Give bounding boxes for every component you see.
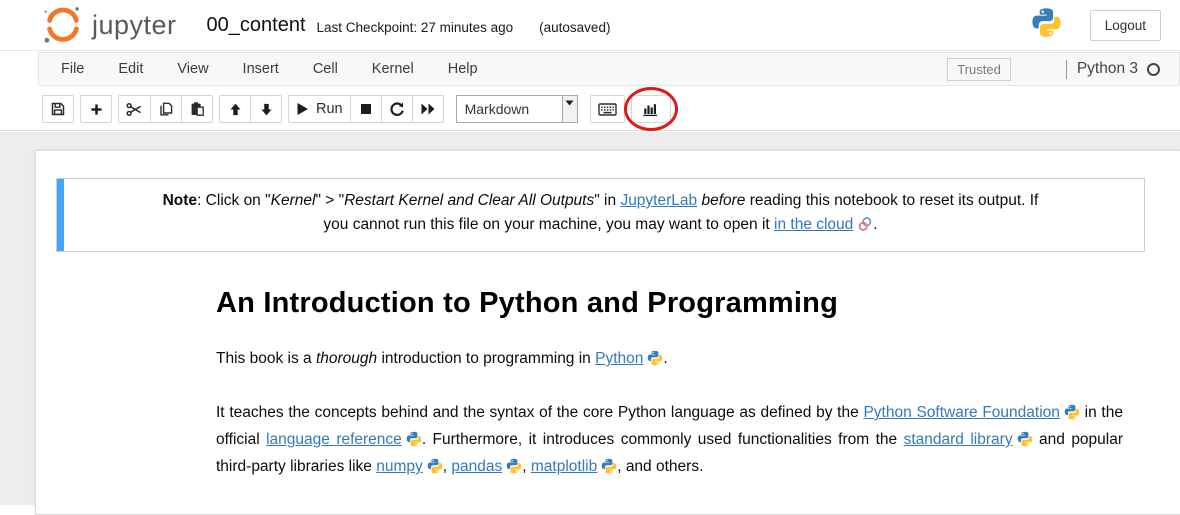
jupyter-logo-icon (40, 4, 86, 46)
cell-type-value: Markdown (457, 96, 562, 122)
text-link[interactable]: matplotlib (531, 458, 617, 475)
command-palette-button[interactable] (590, 95, 625, 123)
menu-bar: File Edit View Insert Cell Kernel Help T… (38, 52, 1180, 86)
python-icon (1017, 431, 1033, 455)
chevron-down-icon (562, 96, 577, 122)
restart-kernel-button[interactable] (381, 95, 413, 123)
python-icon (406, 431, 422, 455)
menu-cell[interactable]: Cell (296, 61, 355, 77)
python-icon (1064, 404, 1080, 428)
copy-icon (158, 101, 174, 117)
plus-icon (89, 102, 104, 117)
save-button[interactable] (42, 95, 74, 123)
text-segment: " in (594, 192, 620, 209)
text-link[interactable]: numpy (376, 458, 443, 475)
toolbar: Run Markdown (0, 87, 1180, 131)
python-icon (601, 458, 617, 482)
text-segment: before (701, 192, 745, 209)
cut-cells-button[interactable] (118, 95, 151, 123)
cut-icon (126, 102, 143, 117)
keyboard-icon (598, 102, 617, 117)
divider (1066, 60, 1067, 79)
chart-extension-button[interactable] (631, 95, 671, 123)
interrupt-kernel-button[interactable] (350, 95, 382, 123)
note-callout: Note: Click on "Kernel" > "Restart Kerne… (56, 178, 1145, 252)
text-link[interactable]: JupyterLab (620, 192, 697, 209)
arrow-up-icon (228, 102, 243, 117)
text-segment: thorough (316, 350, 377, 367)
text-link[interactable]: language reference (266, 431, 422, 448)
checkpoint-status: Last Checkpoint: 27 minutes ago (317, 20, 514, 35)
text-segment: . (663, 350, 667, 367)
text-link[interactable]: standard library (904, 431, 1033, 448)
run-cell-button[interactable]: Run (288, 95, 351, 123)
paragraph: This book is a thorough introduction to … (216, 347, 1123, 374)
text-segment: , and others. (617, 458, 703, 475)
menu-edit[interactable]: Edit (101, 61, 160, 77)
text-segment: . Furthermore, it introduces commonly us… (422, 431, 904, 448)
text-segment: It teaches the concepts behind and the s… (216, 404, 863, 421)
page-title: An Introduction to Python and Programmin… (216, 287, 1123, 320)
python-icon (427, 458, 443, 482)
notebook-page: Note: Click on "Kernel" > "Restart Kerne… (35, 150, 1180, 515)
autosave-status: (autosaved) (539, 20, 610, 35)
paragraph: It teaches the concepts behind and the s… (216, 401, 1123, 482)
trusted-badge: Trusted (947, 58, 1011, 81)
binder-icon (857, 216, 873, 240)
bar-chart-icon (642, 101, 659, 117)
text-segment: This book is a (216, 350, 316, 367)
save-icon (50, 101, 66, 117)
restart-run-all-button[interactable] (412, 95, 444, 123)
text-segment: , (522, 458, 531, 475)
text-segment: Note (163, 192, 197, 209)
paste-icon (189, 101, 205, 117)
restart-icon (389, 101, 405, 117)
play-icon (296, 102, 309, 116)
copy-cells-button[interactable] (150, 95, 182, 123)
note-accent-bar (57, 179, 64, 251)
menu-help[interactable]: Help (431, 61, 495, 77)
stop-icon (359, 102, 373, 116)
kernel-idle-indicator-icon (1147, 63, 1160, 76)
text-link[interactable]: Python (595, 350, 663, 367)
text-segment: : Click on " (197, 192, 271, 209)
text-segment: Restart Kernel and Clear All Outputs (344, 192, 594, 209)
note-text: Note: Click on "Kernel" > "Restart Kerne… (163, 192, 1039, 233)
text-link[interactable]: Python Software Foundation (863, 404, 1079, 421)
logo-text: jupyter (92, 10, 177, 41)
markdown-cell[interactable]: An Introduction to Python and Programmin… (216, 287, 1123, 482)
jupyter-logo[interactable]: jupyter (40, 4, 177, 46)
menu-kernel[interactable]: Kernel (355, 61, 431, 77)
logout-button[interactable]: Logout (1090, 10, 1161, 41)
insert-cell-button[interactable] (80, 95, 112, 123)
text-segment: " > " (315, 192, 344, 209)
paste-cells-button[interactable] (181, 95, 213, 123)
fast-forward-icon (420, 102, 436, 116)
python-icon (506, 458, 522, 482)
cell-type-select[interactable]: Markdown (456, 95, 578, 123)
run-label: Run (316, 101, 343, 117)
text-segment: . (873, 216, 877, 233)
notebook-header: jupyter 00_content Last Checkpoint: 27 m… (0, 0, 1180, 51)
python-kernel-logo-icon (1031, 7, 1062, 43)
menu-view[interactable]: View (160, 61, 225, 77)
menu-file[interactable]: File (39, 61, 101, 77)
text-link[interactable]: pandas (451, 458, 522, 475)
text-segment: introduction to programming in (377, 350, 595, 367)
text-segment: Kernel (271, 192, 316, 209)
kernel-name: Python 3 (1077, 60, 1138, 78)
move-cell-down-button[interactable] (250, 95, 282, 123)
move-cell-up-button[interactable] (219, 95, 251, 123)
notebook-title[interactable]: 00_content (207, 14, 306, 37)
python-icon (647, 350, 663, 374)
menu-insert[interactable]: Insert (226, 61, 296, 77)
arrow-down-icon (259, 102, 274, 117)
text-link[interactable]: in the cloud (774, 216, 873, 233)
